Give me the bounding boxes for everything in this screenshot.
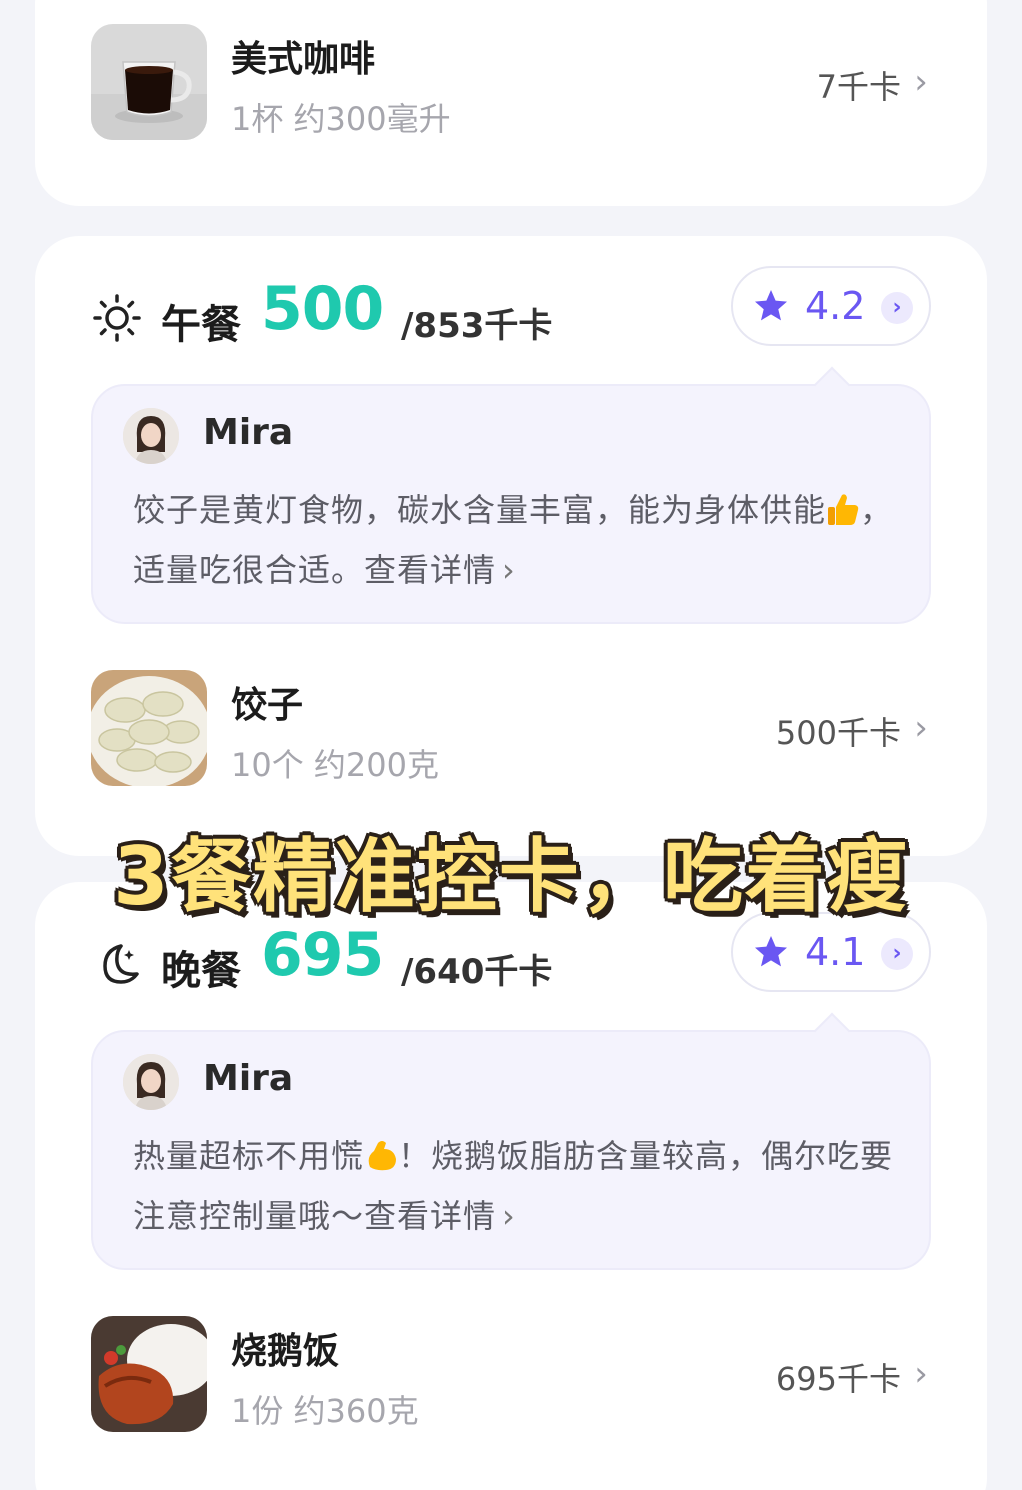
kcal-target: /640千卡 bbox=[401, 952, 553, 992]
chevron-right-icon: › bbox=[914, 1354, 928, 1394]
chevron-right-icon: › bbox=[502, 1197, 516, 1235]
moon-icon bbox=[103, 944, 139, 984]
comment-text-part: 饺子是黄灯食物，碳水含量丰富，能为身体供能 bbox=[133, 491, 827, 529]
chevron-right-icon: › bbox=[502, 551, 516, 589]
sun-icon bbox=[93, 294, 141, 342]
food-portion: 1份 约360克 bbox=[231, 1392, 419, 1430]
meal-title: 午餐 bbox=[161, 302, 241, 348]
food-portion: 1杯 约300毫升 bbox=[231, 100, 451, 138]
comment-text-part: 热量超标不用慌 bbox=[133, 1137, 365, 1175]
food-row-dumplings[interactable]: 饺子 10个 约200克 500千卡 › bbox=[91, 670, 931, 788]
chevron-right-icon: › bbox=[881, 938, 913, 970]
avatar bbox=[123, 1054, 179, 1110]
kcal-eaten: 500 bbox=[261, 274, 384, 344]
rating-value: 4.2 bbox=[805, 284, 866, 328]
food-row-coffee[interactable]: 美式咖啡 1杯 约300毫升 7千卡 › bbox=[91, 24, 931, 142]
lunch-card: 午餐 500 /853千卡 4.2 › Mira 饺子是黄灯食物，碳水含量丰富，… bbox=[35, 236, 987, 856]
chevron-right-icon: › bbox=[914, 62, 928, 102]
diet-log-page: 美式咖啡 1杯 约300毫升 7千卡 › 午餐 500 /853千卡 4.2 ›… bbox=[0, 0, 1022, 1490]
meal-header: 晚餐 695 /640千卡 4.1 › bbox=[91, 912, 931, 1002]
food-portion: 10个 约200克 bbox=[231, 746, 439, 784]
food-name: 饺子 bbox=[231, 685, 304, 726]
flexed-biceps-icon bbox=[368, 1141, 397, 1171]
food-kcal: 500千卡 bbox=[775, 714, 901, 752]
bubble-tail bbox=[813, 366, 851, 404]
dumplings-image bbox=[91, 670, 207, 786]
promo-overlay-text: 3餐精准控卡，吃着瘦 bbox=[113, 830, 909, 923]
ai-comment-bubble[interactable]: Mira 热量超标不用慌 ！烧鹅饭脂肪含量较高，偶尔吃要注意控制量哦～查看详情 › bbox=[91, 1012, 931, 1270]
dinner-card: 晚餐 695 /640千卡 4.1 › Mira 热量超标不用慌 ！烧鹅饭脂肪含… bbox=[35, 882, 987, 1490]
breakfast-card: 美式咖啡 1杯 约300毫升 7千卡 › bbox=[35, 0, 987, 206]
food-name: 美式咖啡 bbox=[231, 39, 376, 80]
thumbs-up-icon bbox=[828, 494, 859, 525]
roast-goose-rice-image bbox=[91, 1316, 207, 1432]
chevron-right-icon: › bbox=[914, 708, 928, 748]
avatar bbox=[123, 408, 179, 464]
coffee-cup-image bbox=[91, 24, 207, 140]
meal-title: 晚餐 bbox=[161, 948, 241, 994]
food-kcal: 695千卡 bbox=[775, 1360, 901, 1398]
star-icon bbox=[755, 936, 787, 967]
ai-comment-bubble[interactable]: Mira 饺子是黄灯食物，碳水含量丰富，能为身体供能 ，适量吃很合适。查看详情 › bbox=[91, 366, 931, 624]
comment-text: 热量超标不用慌 ！烧鹅饭脂肪含量较高，偶尔吃要注意控制量哦～查看详情 › bbox=[133, 1126, 895, 1246]
food-kcal: 7千卡 bbox=[816, 68, 901, 106]
kcal-eaten: 695 bbox=[261, 920, 384, 990]
food-row-roast-goose-rice[interactable]: 烧鹅饭 1份 约360克 695千卡 › bbox=[91, 1316, 931, 1434]
kcal-target: /853千卡 bbox=[401, 306, 553, 346]
rating-button[interactable]: 4.2 › bbox=[731, 266, 931, 346]
rating-value: 4.1 bbox=[805, 930, 866, 974]
comment-text: 饺子是黄灯食物，碳水含量丰富，能为身体供能 ，适量吃很合适。查看详情 › bbox=[133, 480, 895, 600]
chevron-right-icon: › bbox=[881, 292, 913, 324]
food-name: 烧鹅饭 bbox=[231, 1331, 340, 1372]
star-icon bbox=[755, 290, 787, 321]
comment-author: Mira bbox=[203, 1058, 294, 1099]
comment-author: Mira bbox=[203, 412, 294, 453]
meal-header: 午餐 500 /853千卡 4.2 › bbox=[91, 266, 931, 356]
bubble-tail bbox=[813, 1012, 851, 1050]
